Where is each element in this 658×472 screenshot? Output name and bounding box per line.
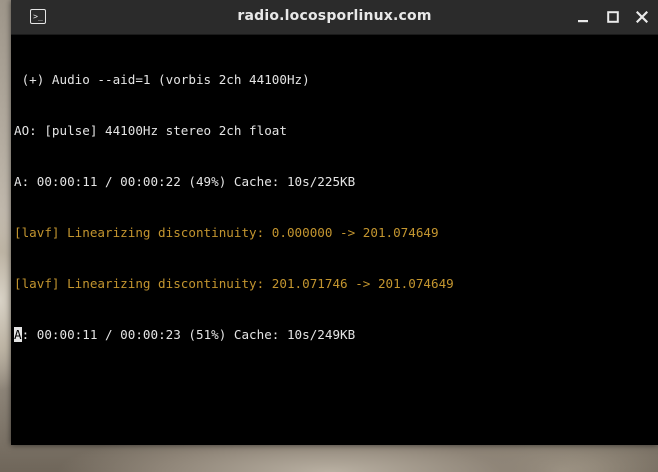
window-title: radio.locosporlinux.com [237, 8, 432, 24]
close-button[interactable] [632, 7, 652, 27]
close-icon [636, 11, 648, 23]
title-bar[interactable]: >_ radio.locosporlinux.com [11, 0, 658, 35]
text-cursor: A [14, 327, 22, 342]
terminal-warning-line: [lavf] Linearizing discontinuity: 0.0000… [14, 225, 439, 240]
terminal-status-line: A: 00:00:11 / 00:00:23 (51%) Cache: 10s/… [14, 326, 658, 343]
terminal-output[interactable]: (+) Audio --aid=1 (vorbis 2ch 44100Hz) A… [11, 35, 658, 445]
terminal-warning-line: [lavf] Linearizing discontinuity: 201.07… [14, 276, 454, 291]
maximize-icon [607, 11, 619, 23]
status-line-text: : 00:00:11 / 00:00:23 (51%) Cache: 10s/2… [21, 327, 356, 342]
maximize-button[interactable] [603, 7, 623, 27]
terminal-window: >_ radio.locosporlinux.com (+) Audio --a… [11, 0, 658, 445]
terminal-line: (+) Audio --aid=1 (vorbis 2ch 44100Hz) [14, 72, 310, 87]
terminal-line: AO: [pulse] 44100Hz stereo 2ch float [14, 123, 287, 138]
minimize-button[interactable] [573, 7, 593, 27]
minimize-icon [578, 20, 588, 23]
terminal-line: A: 00:00:11 / 00:00:22 (49%) Cache: 10s/… [14, 174, 356, 189]
